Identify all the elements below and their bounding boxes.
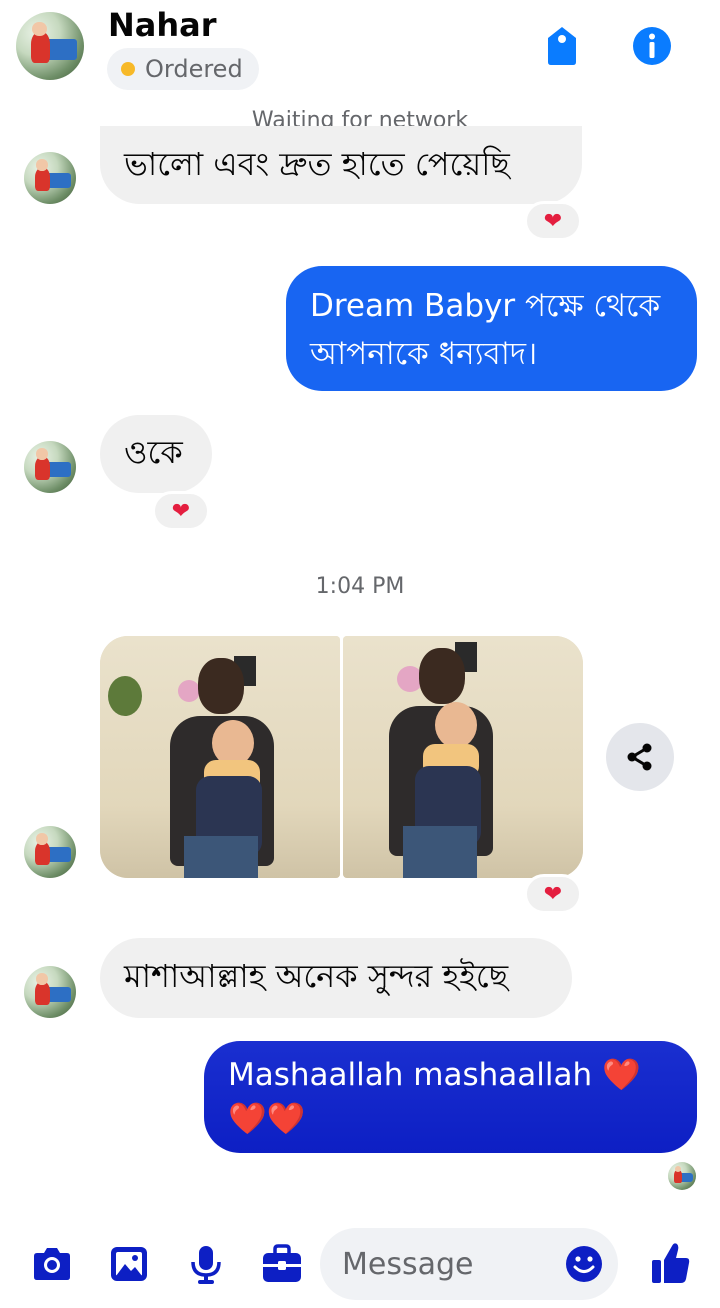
contact-avatar-small[interactable] bbox=[24, 152, 76, 204]
reaction-heart-icon[interactable]: ❤ bbox=[524, 874, 582, 914]
message-input-box[interactable] bbox=[320, 1228, 618, 1300]
contact-name[interactable]: Nahar bbox=[108, 6, 217, 44]
like-icon[interactable] bbox=[650, 1240, 692, 1286]
contact-avatar[interactable] bbox=[16, 12, 84, 80]
share-icon bbox=[627, 743, 652, 771]
microphone-icon[interactable] bbox=[184, 1242, 228, 1286]
photo-attachment-1[interactable] bbox=[100, 636, 340, 878]
message-timestamp: 1:04 PM bbox=[315, 574, 405, 599]
tag-icon[interactable] bbox=[540, 24, 584, 68]
reaction-heart-icon[interactable]: ❤ bbox=[152, 491, 210, 531]
outgoing-message[interactable]: Dream Babyr পক্ষে থেকে আপনাকে ধন্যবাদ। bbox=[286, 266, 697, 391]
incoming-message[interactable]: মাশাআল্লাহ অনেক সুন্দর হইছে bbox=[100, 938, 572, 1018]
message-text: ওকে bbox=[124, 433, 183, 471]
photo-attachment-2[interactable] bbox=[343, 636, 583, 878]
order-status-label: Ordered bbox=[145, 55, 243, 83]
gallery-icon[interactable] bbox=[107, 1242, 151, 1286]
message-text-line: Mashaallah mashaallah ❤️ bbox=[228, 1057, 641, 1093]
info-icon[interactable] bbox=[630, 24, 674, 68]
message-text: Dream Babyr পক্ষে থেকে আপনাকে ধন্যবাদ। bbox=[310, 288, 661, 372]
message-text: মাশাআল্লাহ অনেক সুন্দর হইছে bbox=[124, 957, 509, 995]
share-button[interactable] bbox=[606, 723, 674, 791]
outgoing-message[interactable]: Mashaallah mashaallah ❤️ ❤️❤️ bbox=[204, 1041, 697, 1153]
message-composer bbox=[0, 1220, 720, 1308]
camera-icon[interactable] bbox=[30, 1242, 74, 1286]
incoming-message[interactable]: ওকে bbox=[100, 415, 212, 493]
contact-avatar-small[interactable] bbox=[24, 966, 76, 1018]
contact-avatar-small[interactable] bbox=[24, 441, 76, 493]
contact-avatar-small[interactable] bbox=[24, 826, 76, 878]
briefcase-icon[interactable] bbox=[260, 1242, 304, 1286]
reaction-heart-icon[interactable]: ❤ bbox=[524, 201, 582, 241]
message-text-line: ❤️❤️ bbox=[228, 1101, 306, 1137]
order-status-badge[interactable]: Ordered bbox=[107, 48, 259, 90]
emoji-icon[interactable] bbox=[564, 1244, 604, 1284]
chat-header: Nahar Ordered bbox=[0, 0, 720, 100]
read-receipt-avatar bbox=[668, 1162, 696, 1190]
message-input[interactable] bbox=[342, 1242, 552, 1286]
message-text: ভালো এবং দ্রুত হাতে পেয়েছি bbox=[124, 145, 510, 183]
incoming-message[interactable]: ভালো এবং দ্রুত হাতে পেয়েছি bbox=[100, 126, 582, 204]
status-dot-icon bbox=[121, 62, 135, 76]
